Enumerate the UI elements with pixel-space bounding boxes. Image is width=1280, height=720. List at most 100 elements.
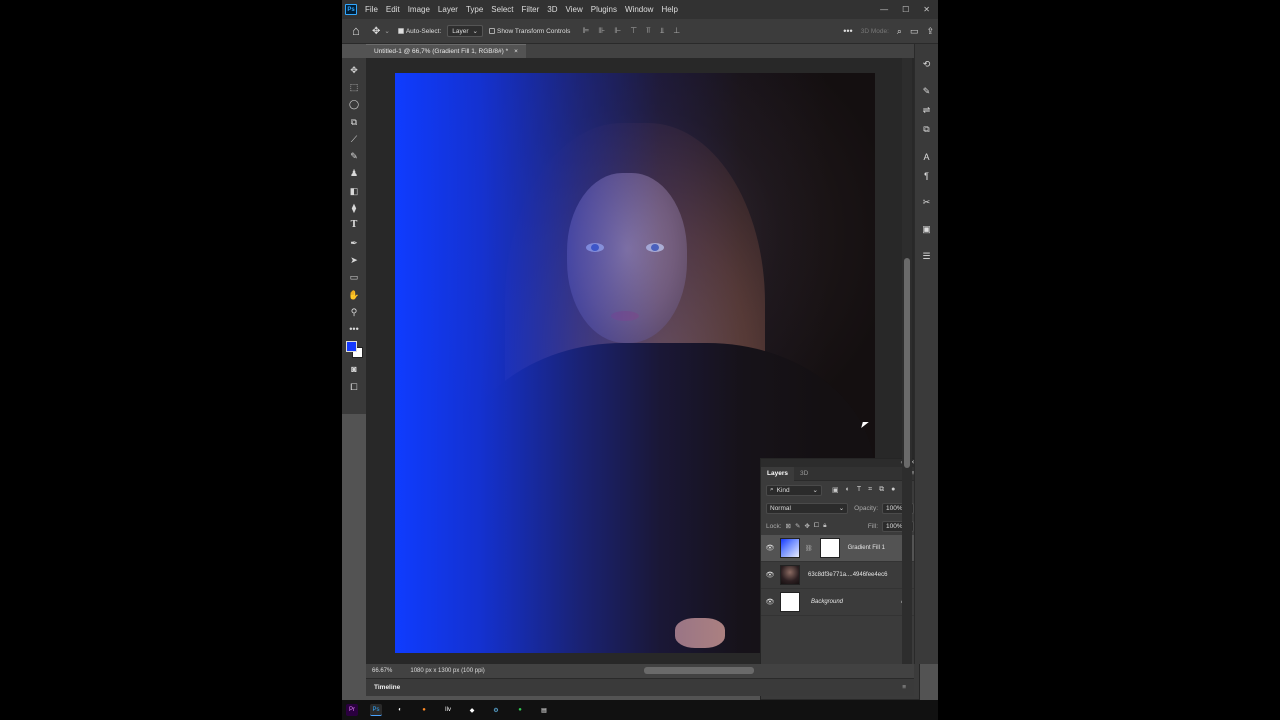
- move-tool-icon[interactable]: ✥: [372, 26, 380, 37]
- adjustments-icon[interactable]: ⇌: [920, 104, 934, 117]
- visibility-eye-icon[interactable]: 👁︎: [765, 544, 775, 552]
- move-icon[interactable]: ✥: [346, 64, 362, 76]
- home-icon[interactable]: ⌂: [352, 24, 366, 38]
- lock-artboard-icon[interactable]: ⧠: [814, 522, 819, 530]
- menu-type[interactable]: Type: [462, 5, 487, 14]
- link-chain-icon[interactable]: ⛓︎: [805, 545, 813, 552]
- layer-name[interactable]: 63c8df3e771a....4946fee4ec6: [808, 572, 887, 578]
- align-center-icon[interactable]: ⊪: [598, 26, 605, 36]
- history-icon[interactable]: ⟲: [920, 58, 934, 71]
- horizontal-scroll-thumb[interactable]: [644, 667, 754, 674]
- menu-help[interactable]: Help: [657, 5, 681, 14]
- libraries-icon[interactable]: ⧉: [920, 123, 934, 136]
- menu-filter[interactable]: Filter: [518, 5, 544, 14]
- menu-plugins[interactable]: Plugins: [587, 5, 621, 14]
- marquee-icon[interactable]: ⬚: [346, 81, 362, 93]
- menu-edit[interactable]: Edit: [382, 5, 404, 14]
- tab-layers[interactable]: Layers: [761, 466, 794, 481]
- layer-row-gradient-fill[interactable]: 👁︎ ⛓︎ Gradient Fill 1: [761, 535, 919, 562]
- zoom-icon[interactable]: ⚲: [346, 306, 362, 318]
- distribute-top-icon[interactable]: ⫪: [646, 26, 651, 36]
- vertical-scrollbar[interactable]: [902, 58, 912, 664]
- mask-thumbnail[interactable]: [819, 538, 840, 558]
- object-select-icon[interactable]: ⧉: [346, 116, 362, 128]
- search-icon[interactable]: ⌕: [897, 26, 902, 37]
- quick-mask-icon[interactable]: ◙: [346, 364, 362, 376]
- vertical-scroll-thumb[interactable]: [904, 258, 910, 468]
- menu-layer[interactable]: Layer: [434, 5, 462, 14]
- timeline-title[interactable]: Timeline: [374, 684, 400, 691]
- align-left-icon[interactable]: ⊫: [582, 26, 589, 36]
- paragraph-icon[interactable]: ¶: [920, 169, 934, 182]
- layer-row-background[interactable]: 👁︎ Background 🔒︎: [761, 589, 919, 616]
- move-tool-dropdown-icon[interactable]: ⌄: [384, 27, 389, 35]
- align-right-icon[interactable]: ⊩: [614, 26, 621, 36]
- pixel-filter-icon[interactable]: ▣: [832, 486, 839, 494]
- lock-position-icon[interactable]: ✥: [804, 522, 809, 530]
- pen-icon[interactable]: ✒: [346, 237, 362, 249]
- firefox-icon[interactable]: ●: [418, 704, 430, 716]
- calculator-icon[interactable]: ▤: [538, 704, 550, 716]
- more-options-icon[interactable]: •••: [843, 26, 852, 36]
- hand-icon[interactable]: ✋: [346, 289, 362, 301]
- minimize-button[interactable]: —: [880, 5, 888, 14]
- document-tab[interactable]: Untitled-1 @ 66,7% (Gradient Fill 1, RGB…: [366, 44, 526, 58]
- tab-3d[interactable]: 3D: [794, 467, 814, 481]
- menu-select[interactable]: Select: [487, 5, 517, 14]
- auto-select-dropdown[interactable]: Layer ⌄: [447, 25, 483, 37]
- panel-menu-icon[interactable]: ≡: [902, 684, 906, 691]
- eraser-icon[interactable]: ◧: [346, 185, 362, 197]
- brushes-icon[interactable]: ✎: [920, 85, 934, 98]
- share-icon[interactable]: ⇪: [926, 26, 934, 37]
- menu-window[interactable]: Window: [621, 5, 657, 14]
- lock-image-icon[interactable]: ✎: [795, 522, 800, 530]
- menu-file[interactable]: File: [361, 5, 382, 14]
- obs-icon[interactable]: ◐: [394, 704, 406, 716]
- menu-view[interactable]: View: [562, 5, 587, 14]
- premiere-icon[interactable]: Pr: [346, 704, 358, 716]
- lasso-icon[interactable]: ◯: [346, 99, 362, 111]
- shape-filter-icon[interactable]: ⌗: [868, 486, 872, 494]
- close-tab-icon[interactable]: ×: [514, 48, 518, 55]
- distribute-middle-icon[interactable]: ⫫: [660, 26, 665, 36]
- auto-select-checkbox[interactable]: [397, 28, 404, 34]
- screen-mode-icon[interactable]: ⧠: [346, 381, 362, 393]
- more-icon[interactable]: •••: [346, 323, 362, 335]
- paint-bucket-icon[interactable]: ⧫: [346, 202, 362, 214]
- distribute-bottom-icon[interactable]: ⊥: [673, 26, 680, 36]
- foreground-color-swatch[interactable]: [346, 340, 357, 352]
- canvas-area[interactable]: « ✕ Layers 3D ≡ ⌕ Kind ⌄ ▣ ◐ T ⌗: [366, 58, 920, 716]
- properties-icon[interactable]: ☰: [920, 250, 934, 263]
- brush-icon[interactable]: ✎: [346, 150, 362, 162]
- menu-image[interactable]: Image: [404, 5, 434, 14]
- smart-object-filter-icon[interactable]: ⧉: [879, 486, 884, 494]
- visibility-eye-icon[interactable]: 👁︎: [765, 571, 775, 579]
- lock-transparent-icon[interactable]: ⊠: [786, 522, 791, 530]
- workspace-icon[interactable]: ▭: [910, 26, 919, 37]
- maximize-button[interactable]: ☐: [902, 5, 909, 14]
- live-app-icon[interactable]: Ilv: [442, 704, 454, 716]
- show-transform-checkbox[interactable]: [488, 28, 495, 34]
- align-top-icon[interactable]: ⊤: [630, 26, 637, 36]
- menu-3d[interactable]: 3D: [543, 5, 561, 14]
- visibility-eye-icon[interactable]: 👁︎: [765, 598, 775, 606]
- app-icon[interactable]: ◆: [466, 704, 478, 716]
- green-app-icon[interactable]: ●: [514, 704, 526, 716]
- tools-icon[interactable]: ✂: [920, 196, 934, 209]
- filter-toggle-icon[interactable]: ●: [891, 486, 895, 494]
- close-button[interactable]: ✕: [923, 5, 930, 14]
- eyedropper-icon[interactable]: ⟋: [346, 133, 362, 145]
- color-swatches[interactable]: [345, 340, 363, 359]
- stamp-icon[interactable]: ♟: [346, 168, 362, 180]
- lock-all-icon[interactable]: 🔒︎: [823, 522, 826, 530]
- type-icon[interactable]: T: [346, 220, 362, 232]
- layer-name[interactable]: Background: [811, 599, 843, 605]
- adjustment-filter-icon[interactable]: ◐: [846, 486, 850, 494]
- kind-filter-dropdown[interactable]: ⌕ Kind ⌄: [766, 484, 822, 496]
- photoshop-icon[interactable]: Ps: [370, 704, 382, 716]
- layer-name[interactable]: Gradient Fill 1: [848, 545, 885, 551]
- layer-row-photo[interactable]: 👁︎ 63c8df3e771a....4946fee4ec6: [761, 562, 919, 589]
- navigator-icon[interactable]: ▣: [920, 223, 934, 236]
- rectangle-icon[interactable]: ▭: [346, 272, 362, 284]
- path-select-icon[interactable]: ➤: [346, 254, 362, 266]
